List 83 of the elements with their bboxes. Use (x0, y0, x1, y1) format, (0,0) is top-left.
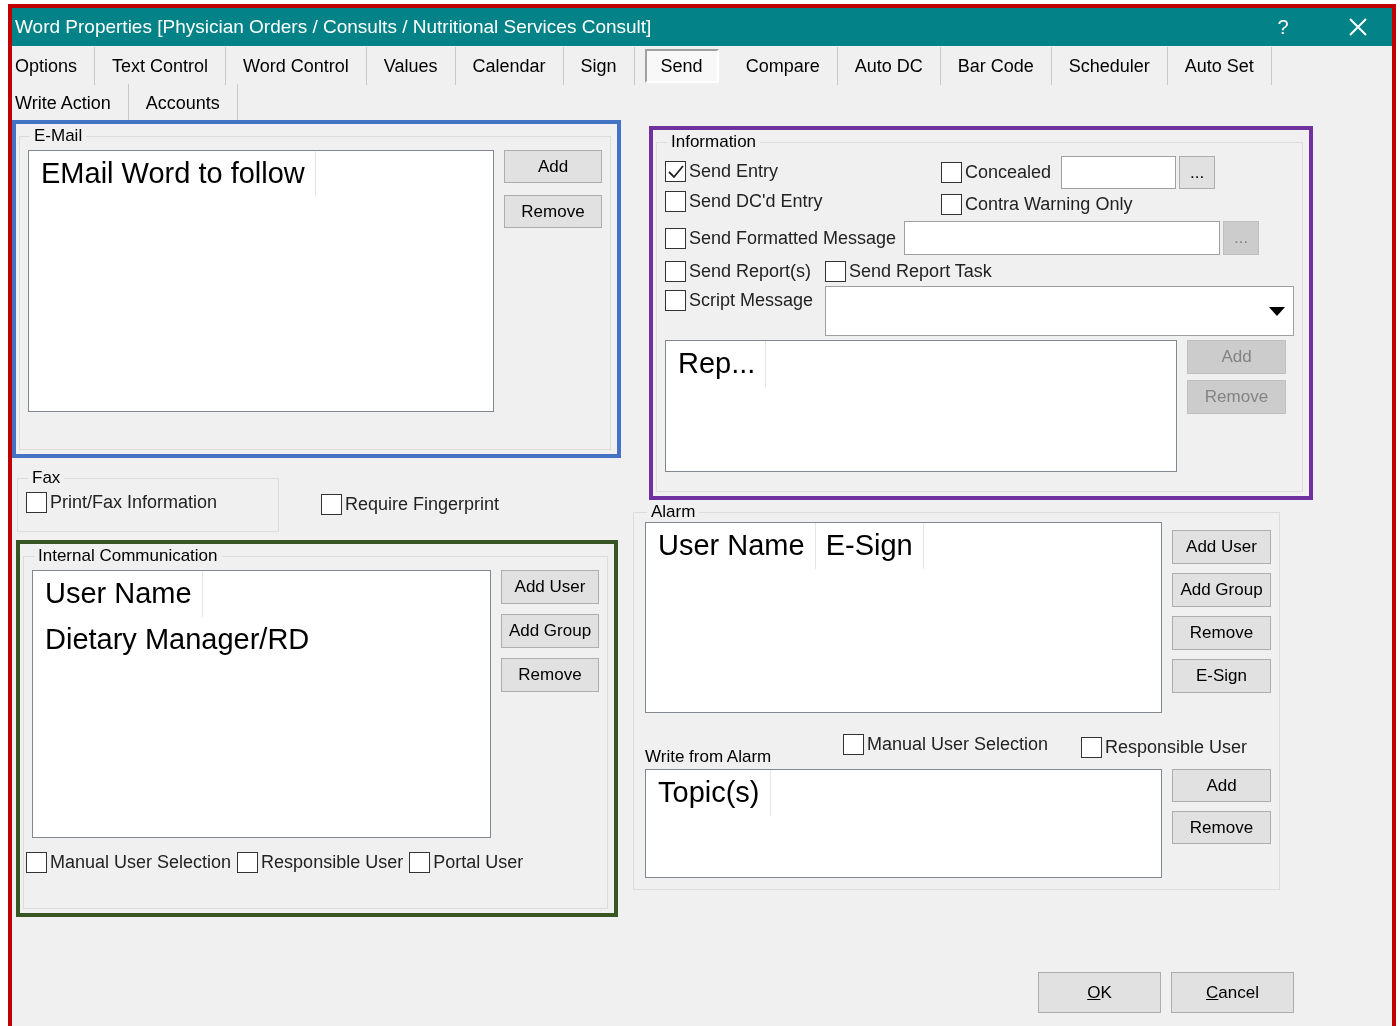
tab[interactable]: Auto Set (1167, 47, 1272, 85)
checkbox-label: Send Formatted Message (689, 227, 897, 249)
push-button[interactable]: Add Group (501, 614, 599, 648)
checkbox[interactable] (26, 492, 47, 513)
checkbox-label: Manual User Selection (50, 852, 232, 873)
checkbox-label: Responsible User (1105, 736, 1248, 758)
checkbox[interactable] (1081, 736, 1102, 758)
checkbox-label: Script Message (689, 290, 814, 311)
tab[interactable]: Text Control (95, 47, 227, 85)
checkbox[interactable] (941, 193, 962, 215)
text-field[interactable] (904, 221, 1221, 255)
browse-button[interactable]: ... (1179, 156, 1216, 189)
checkbox-label: Send Report Task (849, 261, 992, 282)
push-button[interactable]: Add User (501, 570, 599, 604)
checkbox[interactable] (665, 261, 686, 282)
checkbox-label: Send Entry (689, 161, 779, 183)
checkbox-label: Contra Warning Only (965, 193, 1133, 215)
tab[interactable]: Auto DC (837, 47, 941, 85)
checkbox-label: Send DC'd Entry (689, 191, 823, 212)
column-header[interactable]: Topic(s) (648, 770, 771, 816)
checkbox[interactable] (843, 734, 864, 755)
tab[interactable]: Options (12, 47, 96, 85)
group-title: E-Mail (33, 126, 84, 146)
tab[interactable]: Bar Code (940, 47, 1052, 85)
text-field[interactable] (1061, 156, 1177, 189)
push-button[interactable]: Add User (1172, 530, 1271, 564)
checkbox[interactable] (665, 191, 686, 212)
close-icon (1348, 17, 1368, 37)
push-button[interactable]: Remove (1172, 811, 1271, 844)
checkbox-label: Print/Fax Information (50, 492, 218, 513)
push-button[interactable]: E-Sign (1172, 659, 1271, 693)
tab[interactable]: Values (366, 47, 456, 85)
list-view[interactable]: EMail Word to follow (28, 150, 494, 412)
checkbox[interactable] (321, 494, 342, 515)
checkbox-label: Concealed (965, 162, 1052, 183)
group-title: Information (670, 132, 758, 152)
group-title: Alarm (650, 502, 697, 522)
checkbox[interactable] (409, 852, 431, 873)
push-button[interactable]: Add (504, 150, 602, 183)
dialog-button[interactable]: OK (1038, 972, 1161, 1013)
push-button[interactable]: Add Group (1172, 573, 1271, 607)
dialog-button[interactable]: Cancel (1171, 972, 1294, 1013)
column-header[interactable]: User Name (35, 571, 203, 617)
push-button[interactable]: Add (1172, 769, 1271, 802)
push-button[interactable]: Remove (504, 195, 602, 228)
checkbox[interactable] (237, 852, 259, 873)
checkbox[interactable] (825, 261, 847, 282)
tab[interactable]: Compare (728, 47, 838, 85)
checkbox[interactable] (665, 290, 686, 311)
checkbox[interactable] (941, 162, 962, 183)
checkbox[interactable] (26, 852, 47, 873)
push-button[interactable]: Remove (501, 658, 599, 692)
section-label: Write from Alarm (645, 747, 773, 767)
tab[interactable]: Write Action (12, 84, 129, 122)
checkbox[interactable] (665, 161, 686, 183)
checkbox-label: Responsible User (261, 852, 404, 873)
group-title: Internal Communication (37, 546, 219, 566)
tab[interactable]: Scheduler (1051, 47, 1168, 85)
checkbox[interactable] (665, 227, 686, 249)
check-icon (667, 164, 684, 179)
column-header[interactable]: EMail Word to follow (31, 151, 316, 197)
help-button[interactable]: ? (1263, 15, 1303, 39)
checkbox-label: Portal User (433, 852, 524, 873)
column-header[interactable]: Rep... (668, 341, 767, 387)
push-button[interactable]: Remove (1172, 616, 1271, 650)
tab[interactable]: Send (644, 49, 719, 83)
column-header[interactable]: E-Sign (815, 523, 924, 569)
list-view[interactable]: Topic(s) (645, 769, 1162, 878)
checkbox-label: Send Report(s) (689, 261, 812, 282)
tab[interactable]: Accounts (128, 84, 238, 122)
list-view[interactable]: User Name E-Sign (645, 522, 1162, 713)
tab[interactable]: Sign (563, 47, 635, 85)
column-header[interactable]: User Name (648, 523, 816, 569)
caret-icon (1269, 306, 1285, 316)
checkbox-label: Manual User Selection (867, 734, 1049, 755)
window-title: Word Properties [Physician Orders / Consults / Nutritional Services Consult] (15, 16, 653, 38)
checkbox-label: Require Fingerprint (345, 494, 500, 515)
tab[interactable]: Word Control (226, 47, 367, 85)
group-title: Fax (31, 468, 62, 488)
tab[interactable]: Calendar (455, 47, 564, 85)
list-cell[interactable]: Dietary Manager/RD (35, 617, 490, 662)
list-view[interactable]: User Name Dietary Manager/RD (32, 570, 491, 838)
list-view[interactable]: Rep... (665, 340, 1177, 472)
